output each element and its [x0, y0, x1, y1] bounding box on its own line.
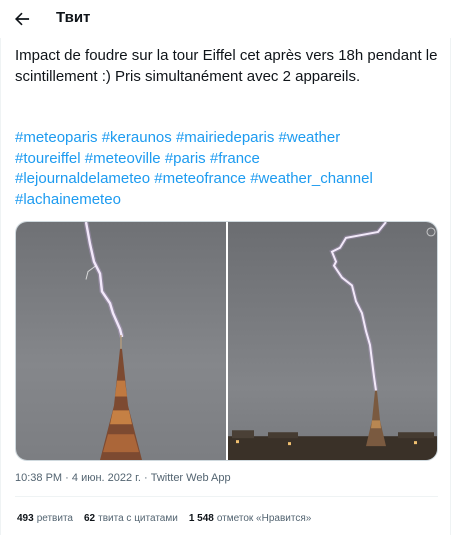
hashtag-link[interactable]: #weather [279, 129, 341, 146]
meta-separator: · [143, 472, 148, 484]
hashtag-link[interactable]: #lejournaldelameteo [15, 170, 150, 187]
tweet-stats: 493 ретвита 62 твита с цитатами 1 548 отмет… [17, 513, 311, 524]
hashtag-link[interactable]: #meteofrance [154, 170, 246, 187]
tweet-metadata: 10:38 PM · 4 июн. 2022 г. · Twitter Web … [15, 472, 231, 484]
meta-separator: · [65, 472, 69, 484]
stat-label: твита с цитатами [98, 513, 178, 524]
page-title: Твит [56, 9, 91, 26]
quote-count[interactable]: 62 твита с цитатами [84, 513, 178, 524]
arrow-left-icon[interactable] [12, 9, 32, 29]
page-header: Твит [0, 0, 453, 38]
lightning-photo-1[interactable] [16, 222, 226, 460]
hashtag-link[interactable]: #meteoparis [15, 129, 98, 146]
hashtag-link[interactable]: #toureiffel [15, 150, 81, 167]
lightning-photo-2[interactable] [228, 222, 438, 460]
hashtag-link[interactable]: #weather_channel [250, 170, 373, 187]
hashtag-list: #meteoparis #keraunos #mairiedeparis #we… [15, 128, 445, 210]
divider [15, 496, 438, 497]
hashtag-link[interactable]: #keraunos [102, 129, 172, 146]
tweet-media [15, 221, 438, 461]
like-count[interactable]: 1 548 отметок «Нравится» [189, 513, 312, 524]
stat-count: 62 [84, 513, 96, 524]
tweet-text: Impact de foudre sur la tour Eiffel cet … [15, 47, 438, 85]
hashtag-link[interactable]: #mairiedeparis [176, 129, 274, 146]
retweet-count[interactable]: 493 ретвита [17, 513, 73, 524]
stat-label: ретвита [36, 513, 73, 524]
tweet-source[interactable]: Twitter Web App [151, 472, 231, 484]
hashtag-link[interactable]: #meteoville [85, 150, 161, 167]
hashtag-link[interactable]: #france [210, 150, 260, 167]
tweet-time[interactable]: 10:38 PM [15, 472, 62, 484]
stat-count: 1 548 [188, 513, 214, 524]
stat-label: отметок «Нравится» [216, 513, 312, 524]
tweet-date[interactable]: 4 июн. 2022 г. [72, 472, 141, 484]
hashtag-link[interactable]: #paris [165, 150, 206, 167]
stat-count: 493 [17, 513, 34, 524]
hashtag-link[interactable]: #lachainemeteo [15, 191, 121, 208]
